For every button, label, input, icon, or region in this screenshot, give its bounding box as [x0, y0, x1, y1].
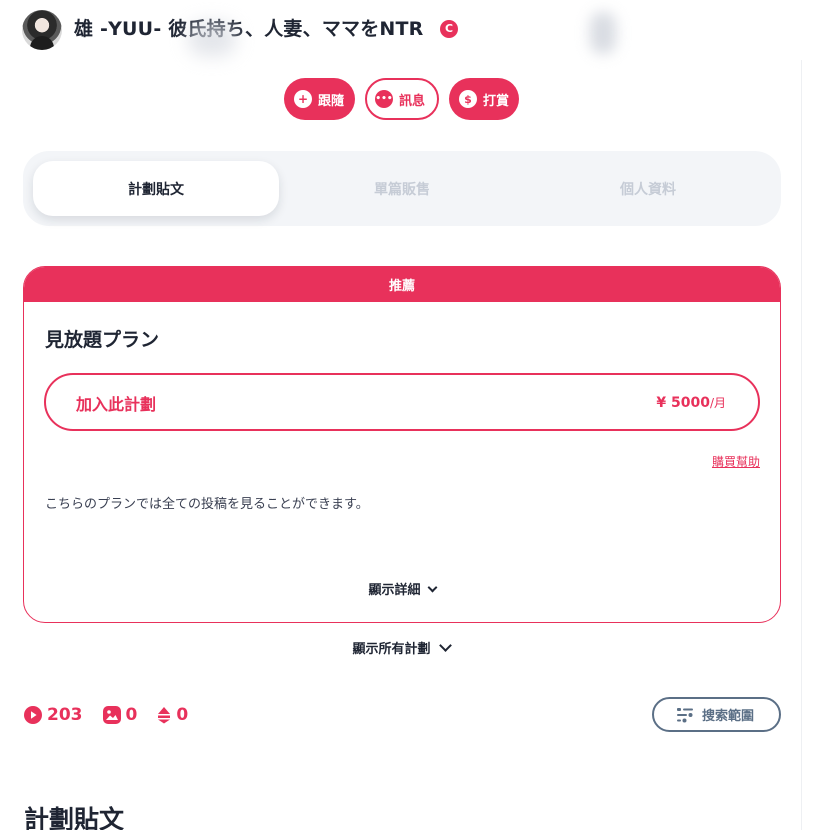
audio-count: 0: [157, 705, 188, 725]
message-label: 訊息: [399, 93, 426, 109]
chevron-down-icon: [427, 582, 437, 593]
show-details-label: 顯示詳細: [368, 583, 421, 598]
play-icon: [24, 706, 42, 724]
tip-label: 打賞: [483, 93, 510, 109]
video-count-value: 203: [47, 705, 83, 725]
creator-actions: + 跟隨 ••• 訊息 $ 打賞: [0, 78, 802, 120]
message-button[interactable]: ••• 訊息: [365, 78, 439, 120]
blurred-decoration: [590, 12, 616, 54]
creator-avatar[interactable]: [22, 10, 62, 50]
blurred-decoration: [188, 22, 236, 56]
price-unit: /月: [709, 396, 726, 410]
tab-single-sales[interactable]: 單篇販售: [279, 161, 525, 216]
audio-icon: [157, 706, 171, 724]
price-amount: ¥ 5000: [656, 395, 710, 411]
video-count: 203: [24, 705, 83, 725]
follow-button[interactable]: + 跟隨: [284, 78, 355, 120]
plan-title: 見放題プラン: [45, 329, 160, 351]
chevron-down-icon: [438, 639, 452, 652]
plan-description: こちらのプランでは全ての投稿を見ることができます。: [45, 497, 369, 512]
follow-label: 跟隨: [318, 93, 345, 109]
coins-icon: $: [459, 90, 477, 108]
creator-name[interactable]: 雄 -YUU- 彼氏持ち、人妻、ママをNTR: [74, 14, 424, 41]
image-icon: [102, 706, 121, 724]
recommended-ribbon: 推薦: [24, 267, 780, 302]
creator-verified-icon: C: [440, 20, 458, 38]
show-all-plans-button[interactable]: 顯示所有計劃: [0, 638, 802, 657]
post-stats: 203 0 0: [24, 704, 208, 726]
image-count-value: 0: [125, 705, 138, 725]
show-all-plans-label: 顯示所有計劃: [352, 642, 431, 657]
image-count: 0: [102, 705, 138, 725]
content-tabs: 計劃貼文 單篇販售 個人資料: [23, 151, 781, 226]
creator-header: 雄 -YUU- 彼氏持ち、人妻、ママをNTR C: [0, 0, 814, 60]
audio-count-value: 0: [176, 705, 189, 725]
search-scope-label: 搜索範圍: [702, 709, 755, 724]
plan-price: ¥ 5000/月: [656, 394, 726, 411]
tip-button[interactable]: $ 打賞: [449, 78, 519, 120]
tab-plan-posts[interactable]: 計劃貼文: [33, 161, 279, 216]
tab-profile[interactable]: 個人資料: [525, 161, 771, 216]
join-plan-button[interactable]: 加入此計劃 ¥ 5000/月: [44, 373, 760, 431]
chat-bubble-icon: •••: [375, 90, 393, 108]
filter-icon: [677, 707, 693, 722]
plus-icon: +: [294, 90, 312, 108]
search-scope-button[interactable]: 搜索範圍: [652, 697, 781, 732]
show-details-button[interactable]: 顯示詳細: [24, 579, 780, 598]
section-title: 計劃貼文: [24, 805, 125, 830]
plan-card: 推薦 見放題プラン 加入此計劃 ¥ 5000/月 購買幫助 こちらのプランでは全…: [23, 266, 781, 623]
purchase-help-link[interactable]: 購買幫助: [712, 453, 760, 470]
join-plan-label: 加入此計劃: [76, 395, 157, 414]
